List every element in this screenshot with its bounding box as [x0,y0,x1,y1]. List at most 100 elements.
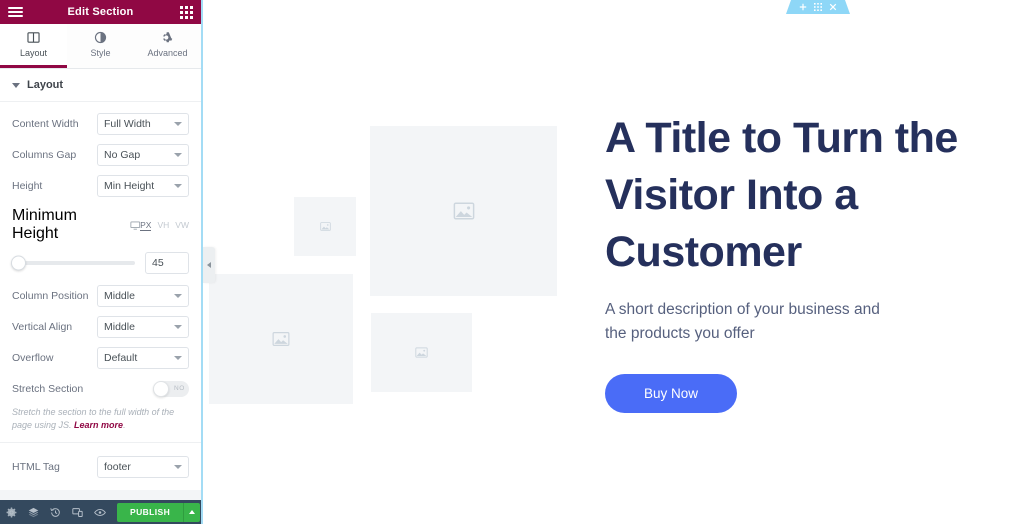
stretch-section-toggle[interactable]: NO [153,380,189,397]
control-overflow: Overflow Default [12,342,189,373]
control-columns-gap: Columns Gap No Gap [12,139,189,170]
control-vertical-align: Vertical Align Middle [12,311,189,342]
image-placeholder-wide[interactable] [371,313,472,392]
plus-icon[interactable] [799,3,807,11]
image-placeholder-large[interactable] [370,126,557,296]
control-vertical-align-label: Vertical Align [12,320,73,333]
control-overflow-label: Overflow [12,351,54,364]
responsive-mode-icon[interactable] [72,507,83,518]
stretch-section-label: Stretch Section [12,382,84,395]
publish-options-button[interactable] [183,502,201,522]
control-columns-gap-label: Columns Gap [12,148,77,161]
dots-grid-icon[interactable] [814,3,822,11]
editor-panel: Edit Section Layout Style Advanced Layou… [0,0,203,524]
columns-gap-value: No Gap [104,148,141,161]
preview-eye-icon[interactable] [94,507,106,518]
settings-gear-icon[interactable] [6,507,17,518]
overflow-select[interactable]: Default [97,346,189,369]
chevron-down-icon [174,121,182,126]
navigator-layers-icon[interactable] [28,507,39,518]
html-tag-select[interactable]: footer [97,455,189,478]
minimum-height-slider-row: 45 [11,252,189,274]
vertical-align-select[interactable]: Middle [97,315,189,338]
control-content-width: Content Width Full Width [12,108,189,139]
column-position-select[interactable]: Middle [97,284,189,307]
control-html-tag: HTML Tag footer [12,451,189,482]
panel-gap-filler [0,490,201,500]
panel-tabs: Layout Style Advanced [0,24,201,69]
section-layout-header[interactable]: Layout [0,69,201,102]
hamburger-icon[interactable] [8,7,23,17]
image-icon [453,202,474,220]
unit-vh[interactable]: VH [157,220,169,231]
vertical-align-value: Middle [104,320,135,333]
image-icon [319,222,331,231]
tab-style-label: Style [90,48,111,58]
learn-more-link[interactable]: Learn more [74,420,123,430]
height-value: Min Height [104,179,155,192]
chevron-down-icon [174,183,182,188]
toggle-state-label: NO [174,385,185,392]
editor-canvas: A Title to Turn the Visitor Into a Custo… [203,0,1024,524]
html-tag-value: footer [104,460,131,473]
chevron-down-icon [174,152,182,157]
panel-header: Edit Section [0,0,201,24]
chevron-left-icon [207,262,211,268]
hero-description[interactable]: A short description of your business and… [605,298,905,346]
caret-up-icon [189,510,196,514]
publish-button[interactable]: PUBLISH [117,502,184,522]
control-height: Height Min Height [12,170,189,201]
control-height-label: Height [12,179,43,192]
hero-block: A Title to Turn the Visitor Into a Custo… [605,110,995,414]
panel-footer: PUBLISH [0,500,201,524]
content-width-value: Full Width [104,117,151,130]
chevron-down-icon [12,82,20,88]
chevron-down-icon [174,464,182,469]
tab-layout-label: Layout [19,48,48,58]
height-select[interactable]: Min Height [97,174,189,197]
elementor-editor: Edit Section Layout Style Advanced Layou… [0,0,1024,524]
html-tag-label: HTML Tag [12,460,60,473]
desktop-icon[interactable] [130,220,141,231]
image-placeholder-medium[interactable] [209,274,353,404]
panel-divider [0,442,201,444]
image-icon [415,347,428,358]
layout-controls: Content Width Full Width Columns Gap No … [0,102,201,500]
slider-knob[interactable] [11,255,26,271]
section-layout-title: Layout [27,79,64,91]
control-content-width-label: Content Width [12,117,79,130]
columns-gap-select[interactable]: No Gap [97,143,189,166]
publish-group: PUBLISH [117,502,201,522]
unit-vw[interactable]: VW [175,220,189,231]
hero-heading[interactable]: A Title to Turn the Visitor Into a Custo… [605,110,995,280]
tab-layout[interactable]: Layout [0,24,67,68]
overflow-value: Default [104,351,138,364]
history-clock-icon[interactable] [50,507,61,518]
panel-collapse-handle[interactable] [203,247,215,283]
unit-switcher: PX VH VW [140,220,189,231]
panel-body: Layout Content Width Full Width Columns … [0,69,201,500]
tab-style[interactable]: Style [67,24,134,68]
panel-title: Edit Section [67,6,134,18]
tab-advanced[interactable]: Advanced [134,24,201,68]
image-placeholder-small[interactable] [294,197,356,256]
minimum-height-input[interactable]: 45 [145,252,189,274]
control-column-position: Column Position Middle [12,280,189,311]
chevron-down-icon [174,324,182,329]
section-floating-toolbar [786,0,850,14]
minimum-height-row: Minimum Height PX VH VW [12,207,189,243]
apps-grid-icon[interactable] [180,5,193,19]
buy-now-button[interactable]: Buy Now [605,374,737,414]
close-x-icon[interactable] [829,3,837,11]
toggle-knob [153,380,169,397]
control-stretch-section: Stretch Section NO [12,373,189,404]
tab-advanced-label: Advanced [147,48,188,58]
image-icon [272,332,290,346]
hint-suffix: . [123,420,126,431]
chevron-down-icon [174,355,182,360]
content-width-select[interactable]: Full Width [97,112,189,135]
control-column-position-label: Column Position [12,289,89,302]
minimum-height-slider[interactable] [11,255,135,271]
column-position-value: Middle [104,289,135,302]
unit-px[interactable]: PX [140,220,152,231]
